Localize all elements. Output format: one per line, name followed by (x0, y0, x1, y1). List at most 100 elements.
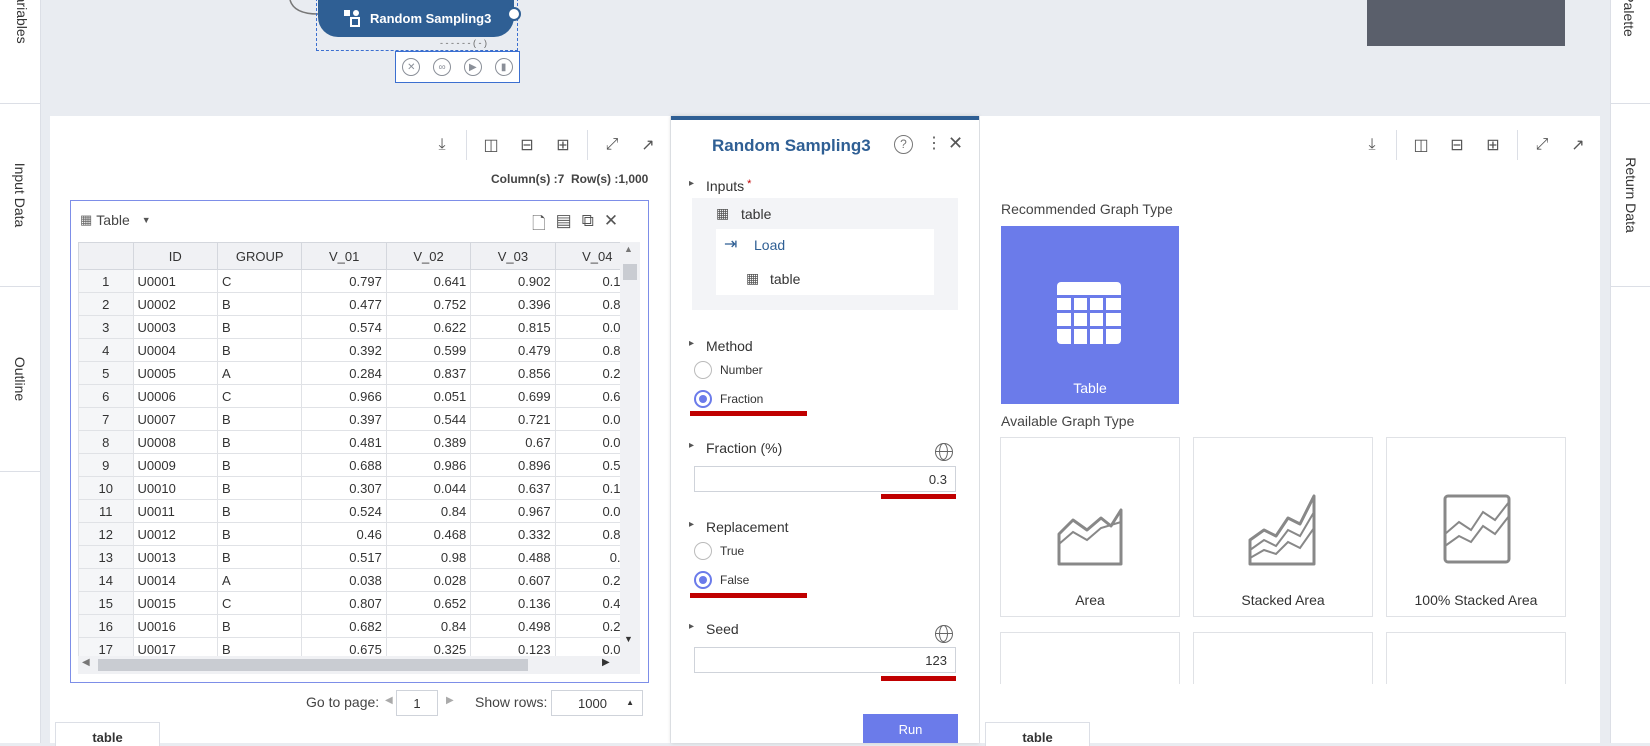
table-cell[interactable]: 0.397 (301, 407, 387, 431)
table-cell[interactable]: U0015 (132, 591, 218, 615)
table-cell[interactable]: U0016 (132, 614, 218, 638)
table-cell[interactable]: B (216, 522, 303, 546)
table-cell[interactable]: 0.574 (301, 315, 387, 339)
table-cell[interactable]: 0.517 (554, 453, 620, 477)
table-cell[interactable]: B (216, 430, 303, 454)
next-page-icon[interactable]: ▶ (446, 695, 454, 706)
split-vertical-icon[interactable]: ◫ (481, 135, 501, 155)
row-number-cell[interactable]: 17 (78, 637, 134, 656)
split-vertical-icon[interactable]: ◫ (1411, 135, 1431, 155)
link-circle-icon[interactable]: ∞ (433, 58, 452, 76)
close-circle-icon[interactable]: ✕ (402, 58, 421, 76)
table-cell[interactable]: 0.284 (301, 361, 387, 385)
table-cell[interactable]: 0.389 (385, 430, 472, 454)
table-cell[interactable]: B (216, 292, 303, 316)
table-cell[interactable]: 0.544 (385, 407, 472, 431)
table-cell[interactable]: 0.249 (554, 614, 620, 638)
table-row[interactable]: 10U0010B0.3070.0440.6370.196 (78, 476, 620, 500)
row-number-cell[interactable]: 9 (78, 453, 134, 477)
table-cell[interactable]: 0.67 (470, 430, 556, 454)
scroll-left-icon[interactable]: ◀ (82, 657, 90, 668)
table-cell[interactable]: 0.752 (385, 292, 472, 316)
table-cell[interactable]: 0.837 (385, 361, 472, 385)
table-cell[interactable]: B (216, 637, 303, 656)
table-cell[interactable]: B (216, 476, 303, 500)
table-cell[interactable]: 0.46 (301, 522, 387, 546)
row-number-cell[interactable]: 6 (78, 384, 134, 408)
method-radio-fraction[interactable] (694, 390, 712, 408)
table-view-selector[interactable]: ▦ Table ▼ (80, 212, 151, 228)
table-cell[interactable]: U0006 (132, 384, 218, 408)
table-cell[interactable]: C (216, 269, 303, 293)
table-cell[interactable]: 0.797 (301, 269, 387, 293)
table-cell[interactable]: 0.641 (385, 269, 472, 293)
table-cell[interactable]: 0.599 (385, 338, 472, 362)
row-number-cell[interactable]: 11 (78, 499, 134, 523)
load-label[interactable]: Load (754, 237, 785, 253)
table-cell[interactable]: 0.637 (470, 476, 556, 500)
table-cell[interactable]: 0.524 (301, 499, 387, 523)
column-header[interactable]: V_04 (554, 242, 620, 270)
rail-tab-palette[interactable]: Palette (1611, 0, 1650, 104)
row-number-cell[interactable]: 2 (78, 292, 134, 316)
table-cell[interactable]: U0013 (132, 545, 218, 569)
table-cell[interactable]: 0.038 (301, 568, 387, 592)
table-cell[interactable]: B (216, 338, 303, 362)
table-cell[interactable]: B (216, 315, 303, 339)
table-row[interactable]: 6U0006C0.9660.0510.6990.658 (78, 384, 620, 408)
table-cell[interactable]: 0.013 (554, 430, 620, 454)
table-cell[interactable]: 0.882 (554, 292, 620, 316)
add-file-icon[interactable]: 🗋 (532, 211, 546, 240)
load-table-label[interactable]: table (770, 271, 800, 287)
table-cell[interactable]: 0.856 (470, 361, 556, 385)
row-number-cell[interactable]: 16 (78, 614, 134, 638)
page-input[interactable]: 1 (396, 690, 438, 716)
table-cell[interactable]: 0.818 (554, 522, 620, 546)
node-output-port[interactable] (507, 7, 521, 21)
table-row[interactable]: 17U0017B0.6750.3250.1230.085 (78, 637, 620, 656)
table-cell[interactable]: 0.699 (470, 384, 556, 408)
table-row[interactable]: 12U0012B0.460.4680.3320.818 (78, 522, 620, 546)
popout-icon[interactable]: ↗ (638, 135, 658, 155)
table-cell[interactable]: U0017 (132, 637, 218, 656)
table-cell[interactable]: 0.498 (470, 614, 556, 638)
close-icon[interactable]: ✕ (604, 211, 618, 240)
play-circle-icon[interactable]: ▶ (463, 58, 482, 76)
table-cell[interactable]: 0.332 (470, 522, 556, 546)
graph-card-100-stacked-area[interactable]: 100% Stacked Area (1386, 437, 1566, 617)
table-cell[interactable]: 0.652 (385, 591, 472, 615)
table-cell[interactable]: 0.63 (554, 545, 620, 569)
row-number-cell[interactable]: 4 (78, 338, 134, 362)
graph-card[interactable] (1386, 632, 1566, 684)
rail-tab-return-data[interactable]: Return Data (1611, 104, 1650, 287)
table-cell[interactable]: 0.307 (301, 476, 387, 500)
column-header[interactable]: GROUP (216, 242, 303, 270)
delete-circle-icon[interactable]: ▮ (494, 58, 513, 76)
help-icon[interactable]: ? (894, 135, 913, 154)
graph-card-area[interactable]: Area (1000, 437, 1180, 617)
table-cell[interactable]: 0.815 (470, 315, 556, 339)
seed-section-header[interactable]: Seed (689, 621, 739, 637)
minimap[interactable] (1367, 0, 1565, 46)
table-cell[interactable]: 0.486 (554, 591, 620, 615)
table-cell[interactable]: 0.607 (470, 568, 556, 592)
table-cell[interactable]: 0.153 (554, 269, 620, 293)
table-cell[interactable]: 0.481 (301, 430, 387, 454)
table-cell[interactable]: 0.282 (554, 361, 620, 385)
table-cell[interactable]: 0.468 (385, 522, 472, 546)
inputs-section-header[interactable]: Inputs* (689, 178, 752, 194)
rail-tab-outline[interactable]: Outline (0, 287, 40, 472)
vertical-scrollbar[interactable]: ▲ ▼ (620, 242, 640, 656)
fraction-section-header[interactable]: Fraction (%) (689, 440, 782, 456)
graph-card-table[interactable]: Table (1001, 226, 1179, 404)
table-cell[interactable]: 0.196 (554, 476, 620, 500)
table-cell[interactable]: 0.721 (470, 407, 556, 431)
table-cell[interactable]: 0.966 (301, 384, 387, 408)
table-cell[interactable]: 0.896 (470, 453, 556, 477)
table-row[interactable]: 13U0013B0.5170.980.4880.63 (78, 545, 620, 569)
close-panel-icon[interactable]: ✕ (948, 133, 963, 154)
table-cell[interactable]: 0.066 (554, 407, 620, 431)
row-number-cell[interactable]: 5 (78, 361, 134, 385)
scroll-right-icon[interactable]: ▶ (602, 657, 610, 668)
table-cell[interactable]: 0.682 (301, 614, 387, 638)
